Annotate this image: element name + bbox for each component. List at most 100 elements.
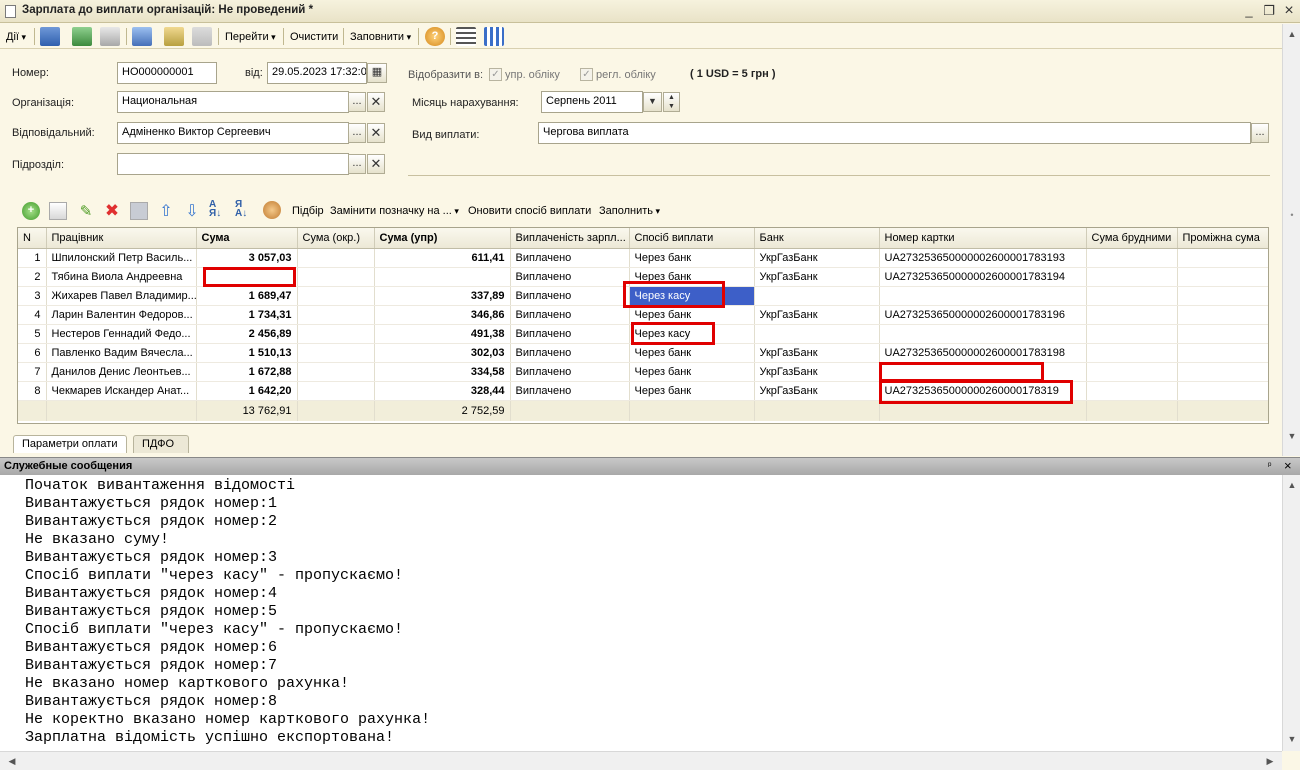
column-header[interactable]: Працівник — [46, 228, 197, 249]
table-cell-inter[interactable] — [1177, 267, 1268, 287]
table-cell-gross[interactable] — [1086, 305, 1178, 325]
table-cell-method[interactable]: Через банк — [629, 381, 755, 401]
table-cell-employee[interactable]: Ларин Валентин Федоров... — [46, 305, 197, 325]
refresh-icon[interactable] — [72, 27, 92, 46]
table-cell-card[interactable]: UA273253650000002600001783198 — [879, 343, 1087, 363]
table-cell-gross[interactable] — [1086, 248, 1178, 268]
division-select-button[interactable]: ... — [348, 154, 366, 174]
table-cell-n[interactable]: 4 — [18, 305, 47, 325]
move-down-icon[interactable]: ⇩ — [183, 201, 201, 220]
table-row[interactable]: 8 Чекмарев Искандер Анат... 1 642,20 328,44… — [18, 381, 1268, 401]
goto-menu[interactable]: Перейти — [225, 28, 276, 46]
messages-hscrollbar[interactable]: ◀ ▶ — [0, 751, 1282, 770]
table-cell-method[interactable]: Через банк — [629, 343, 755, 363]
table-cell-n[interactable]: 3 — [18, 286, 47, 306]
table-cell-bank[interactable] — [754, 324, 880, 344]
post-icon[interactable] — [132, 27, 152, 46]
sort-desc-icon[interactable]: Я A↓ — [235, 200, 255, 220]
table-cell-n[interactable]: 8 — [18, 381, 47, 401]
table-cell-employee[interactable]: Данилов Денис Леонтьев... — [46, 362, 197, 382]
end-edit-icon[interactable] — [130, 202, 148, 220]
table-cell-inter[interactable] — [1177, 286, 1268, 306]
org-select-button[interactable]: ... — [348, 92, 366, 112]
table-cell-sum-rnd[interactable] — [297, 362, 375, 382]
table-cell-sum[interactable]: 2 456,89 — [196, 324, 298, 344]
table-cell-card[interactable]: UA273253650000002600001783196 — [879, 305, 1087, 325]
table-cell-sum-rnd[interactable] — [297, 324, 375, 344]
delete-row-icon[interactable]: ✖ — [103, 201, 121, 220]
table-cell-employee[interactable]: Шпилонский Петр Василь... — [46, 248, 197, 268]
add-row-icon[interactable]: + — [22, 202, 40, 220]
save-icon[interactable] — [40, 27, 60, 46]
table-cell-n[interactable]: 6 — [18, 343, 47, 363]
table-cell-sum[interactable]: 1 672,88 — [196, 362, 298, 382]
table-cell-n[interactable]: 7 — [18, 362, 47, 382]
table-row[interactable]: 7 Данилов Денис Леонтьев... 1 672,88 334,58… — [18, 362, 1268, 382]
actions-menu[interactable]: Дії — [6, 28, 26, 46]
form-scrollbar[interactable]: ▲ • ▼ — [1282, 24, 1300, 456]
table-row[interactable]: 3 Жихарев Павел Владимир... 1 689,47 337,89… — [18, 286, 1268, 306]
scroll-down-icon[interactable]: ▼ — [1284, 731, 1300, 747]
column-header[interactable]: Сума (упр) — [374, 228, 511, 249]
table-cell-inter[interactable] — [1177, 362, 1268, 382]
table-cell-paid[interactable]: Виплачено — [510, 381, 630, 401]
scroll-right-icon[interactable]: ▶ — [1262, 753, 1278, 769]
table-cell-sum[interactable]: 3 057,03 — [196, 248, 298, 268]
payroll-table[interactable]: N Працівник Сума Сума (окр.) Сума (упр) … — [17, 227, 1269, 424]
copy-icon[interactable] — [100, 27, 120, 46]
table-cell-sum-rnd[interactable] — [297, 248, 375, 268]
grid-fill-menu[interactable]: Заполнить — [599, 205, 660, 217]
update-method-button[interactable]: Оновити спосіб виплати — [468, 205, 591, 217]
table-cell-method[interactable]: Через банк — [629, 267, 755, 287]
table-cell-employee[interactable]: Нестеров Геннадий Федо... — [46, 324, 197, 344]
table-cell-paid[interactable]: Виплачено — [510, 362, 630, 382]
table-cell-paid[interactable]: Виплачено — [510, 267, 630, 287]
table-cell-sum-mgmt[interactable]: 491,38 — [374, 324, 511, 344]
table-cell-sum-mgmt[interactable] — [374, 267, 511, 287]
table-cell-sum-mgmt[interactable]: 346,86 — [374, 305, 511, 325]
table-cell-paid[interactable]: Виплачено — [510, 343, 630, 363]
scroll-down-icon[interactable]: ▼ — [1284, 428, 1300, 444]
table-cell-card[interactable] — [879, 324, 1087, 344]
table-cell-bank[interactable]: УкрГазБанк — [754, 267, 880, 287]
table-row[interactable]: 6 Павленко Вадим Вячесла... 1 510,13 302,03… — [18, 343, 1268, 363]
column-header[interactable]: Виплаченість зарпл... — [510, 228, 630, 249]
replace-mark-menu[interactable]: Замінити позначку на ... — [330, 205, 459, 217]
number-field[interactable]: НО000000001 — [117, 62, 217, 84]
column-header[interactable]: Сума — [196, 228, 298, 249]
table-cell-gross[interactable] — [1086, 286, 1178, 306]
table-cell-method[interactable]: Через касу — [629, 324, 755, 344]
table-cell-paid[interactable]: Виплачено — [510, 286, 630, 306]
print-icon[interactable] — [192, 27, 212, 46]
responsible-clear-button[interactable]: ✕ — [367, 123, 385, 143]
tab-pdfo[interactable]: ПДФО — [133, 435, 189, 453]
table-cell-card[interactable] — [879, 362, 1087, 382]
column-header[interactable]: Банк — [754, 228, 880, 249]
messages-close-icon[interactable]: × — [1284, 458, 1292, 473]
table-cell-employee[interactable]: Жихарев Павел Владимир... — [46, 286, 197, 306]
table-cell-gross[interactable] — [1086, 343, 1178, 363]
restore-button[interactable]: ❐ — [1260, 3, 1278, 19]
division-field[interactable] — [117, 153, 349, 175]
table-cell-sum-rnd[interactable] — [297, 286, 375, 306]
org-clear-button[interactable]: ✕ — [367, 92, 385, 112]
division-clear-button[interactable]: ✕ — [367, 154, 385, 174]
table-cell-paid[interactable]: Виплачено — [510, 248, 630, 268]
table-cell-n[interactable]: 2 — [18, 267, 47, 287]
table-cell-method[interactable]: Через касу — [629, 286, 755, 306]
table-cell-gross[interactable] — [1086, 267, 1178, 287]
table-cell-bank[interactable]: УкрГазБанк — [754, 381, 880, 401]
table-cell-paid[interactable]: Виплачено — [510, 324, 630, 344]
document-add-icon[interactable] — [164, 27, 184, 46]
move-up-icon[interactable]: ⇧ — [157, 201, 175, 220]
table-cell-gross[interactable] — [1086, 362, 1178, 382]
table-cell-bank[interactable]: УкрГазБанк — [754, 305, 880, 325]
reg-checkbox[interactable]: ✓ — [580, 68, 593, 81]
table-cell-inter[interactable] — [1177, 324, 1268, 344]
column-header[interactable]: Номер картки — [879, 228, 1087, 249]
tab-payment-params[interactable]: Параметри оплати — [13, 435, 127, 453]
table-cell-inter[interactable] — [1177, 305, 1268, 325]
sort-asc-icon[interactable]: A Я↓ — [209, 200, 229, 220]
table-cell-sum-rnd[interactable] — [297, 305, 375, 325]
table-cell-sum[interactable]: 1 734,31 — [196, 305, 298, 325]
